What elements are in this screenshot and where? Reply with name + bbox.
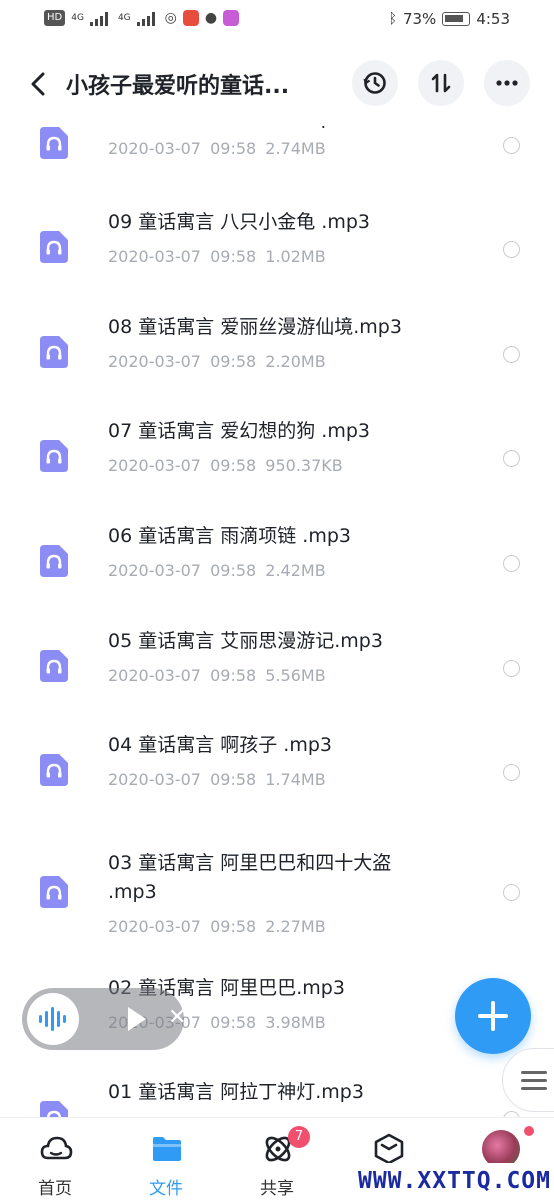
select-radio[interactable]: [503, 884, 520, 901]
audio-file-icon: [40, 1101, 68, 1117]
signal-icon: [89, 10, 112, 26]
page-title: 小孩子最爱听的童话...: [66, 74, 290, 99]
battery-icon: [442, 12, 471, 26]
audio-file-icon: [40, 754, 68, 786]
audio-wave-icon: [39, 1007, 66, 1031]
status-right: ᛒ 73% 4:53: [389, 10, 510, 28]
file-name: 03 童话寓言 阿里巴巴和四十大盗 .mp3: [108, 852, 392, 903]
audio-file-icon: [40, 231, 68, 263]
mini-player[interactable]: ✕: [22, 988, 186, 1050]
file-name: 05 童话寓言 艾丽思漫游记.mp3: [108, 630, 383, 652]
close-icon[interactable]: ✕: [168, 1004, 186, 1032]
list-item[interactable]: 05 童话寓言 艾丽思漫游记.mp3 2020-03-07 09:58 5.56…: [0, 612, 554, 716]
tab-label: 文件: [149, 1179, 183, 1199]
audio-wave-button[interactable]: [27, 993, 79, 1045]
tab-home[interactable]: 首页: [0, 1118, 110, 1200]
status-left: HD 4G 4G ◎ ●: [44, 10, 240, 26]
file-meta: 2020-03-07 09:58 5.56MB: [108, 666, 326, 685]
cloud-icon: [40, 1136, 73, 1160]
header: 小孩子最爱听的童话...: [0, 42, 554, 126]
file-name: 08 童话寓言 爱丽丝漫游仙境.mp3: [108, 316, 402, 338]
signal-label-2: 4G: [117, 13, 131, 23]
select-radio[interactable]: [503, 346, 520, 363]
folder-icon: [153, 1137, 181, 1161]
play-icon[interactable]: [128, 1007, 146, 1031]
list-item[interactable]: 03 童话寓言 阿里巴巴和四十大盗 .mp3 2020-03-07 09:58 …: [0, 821, 554, 959]
list-item[interactable]: 01 童话寓言 阿拉丁神灯.mp3: [0, 1063, 554, 1117]
signal-label-1: 4G: [71, 13, 84, 23]
clock: 4:53: [476, 10, 510, 28]
watermark: WWW.XXTTQ.COM: [355, 1163, 554, 1200]
hd-badge: HD: [44, 10, 66, 26]
select-radio[interactable]: [503, 137, 520, 154]
select-radio[interactable]: [503, 241, 520, 258]
file-meta: 2020-03-07 09:58 2.20MB: [108, 352, 326, 371]
signal-icon: [136, 10, 159, 26]
list-item[interactable]: 06 童话寓言 雨滴项链 .mp3 2020-03-07 09:58 2.42M…: [0, 507, 554, 611]
music-app-icon: [223, 10, 240, 26]
tab-label: 首页: [38, 1179, 72, 1199]
back-button[interactable]: [20, 64, 56, 104]
tab-label: 共享: [260, 1179, 294, 1199]
file-meta: 2020-03-07 09:58 2.42MB: [108, 561, 326, 580]
file-meta: 2020-03-07 09:58 1.74MB: [108, 770, 326, 789]
audio-file-icon: [40, 127, 68, 159]
notification-dot: [524, 1126, 534, 1136]
wechat-icon: ●: [204, 10, 218, 26]
file-name: 07 童话寓言 爱幻想的狗 .mp3: [108, 420, 370, 442]
browser-app-icon: [182, 10, 199, 26]
list-item[interactable]: 09 童话寓言 八只小金龟 .mp3 2020-03-07 09:58 1.02…: [0, 193, 554, 297]
tab-share[interactable]: 7 共享: [222, 1118, 332, 1200]
sort-icon: [431, 73, 451, 93]
file-meta: 2020-03-07 09:58 2.74MB: [108, 139, 326, 158]
file-meta: 2020-03-07 09:58 1.02MB: [108, 247, 326, 266]
status-bar: HD 4G 4G ◎ ● ᛒ 73% 4:53: [0, 0, 554, 42]
audio-file-icon: [40, 650, 68, 682]
tab-files[interactable]: 文件: [111, 1118, 221, 1200]
file-name: 09 童话寓言 八只小金龟 .mp3: [108, 211, 370, 233]
file-name: 01 童话寓言 阿拉丁神灯.mp3: [108, 1081, 364, 1103]
list-item[interactable]: 04 童话寓言 啊孩子 .mp3 2020-03-07 09:58 1.74MB: [0, 716, 554, 820]
list-item[interactable]: 07 童话寓言 爱幻想的狗 .mp3 2020-03-07 09:58 950.…: [0, 402, 554, 506]
audio-file-icon: [40, 876, 68, 908]
list-item[interactable]: 08 童话寓言 爱丽丝漫游仙境.mp3 2020-03-07 09:58 2.2…: [0, 298, 554, 402]
file-meta: 2020-03-07 09:58 950.37KB: [108, 456, 343, 475]
audio-file-icon: [40, 545, 68, 577]
audio-file-icon: [40, 440, 68, 472]
history-button[interactable]: [352, 60, 398, 106]
file-list: 10 童话寓言 白雪公主.mp3 2020-03-07 09:58 2.74MB…: [0, 105, 554, 1117]
more-button[interactable]: [484, 60, 530, 106]
select-radio[interactable]: [503, 764, 520, 781]
sort-button[interactable]: [418, 60, 464, 106]
battery-percent: 73%: [402, 10, 437, 28]
file-meta: 2020-03-07 09:58 2.27MB: [108, 917, 326, 936]
select-radio[interactable]: [503, 660, 520, 677]
hotspot-icon: ◎: [164, 10, 177, 26]
share-badge: 7: [288, 1126, 310, 1148]
more-icon: [496, 80, 518, 86]
back-icon: [31, 72, 45, 96]
file-name: 06 童话寓言 雨滴项链 .mp3: [108, 525, 351, 547]
select-radio[interactable]: [503, 450, 520, 467]
add-button[interactable]: [455, 978, 531, 1054]
bluetooth-icon: ᛒ: [388, 11, 397, 27]
file-name: 04 童话寓言 啊孩子 .mp3: [108, 734, 332, 756]
history-icon: [363, 72, 386, 94]
select-radio[interactable]: [503, 555, 520, 572]
audio-file-icon: [40, 336, 68, 368]
box-icon: [374, 1133, 404, 1165]
